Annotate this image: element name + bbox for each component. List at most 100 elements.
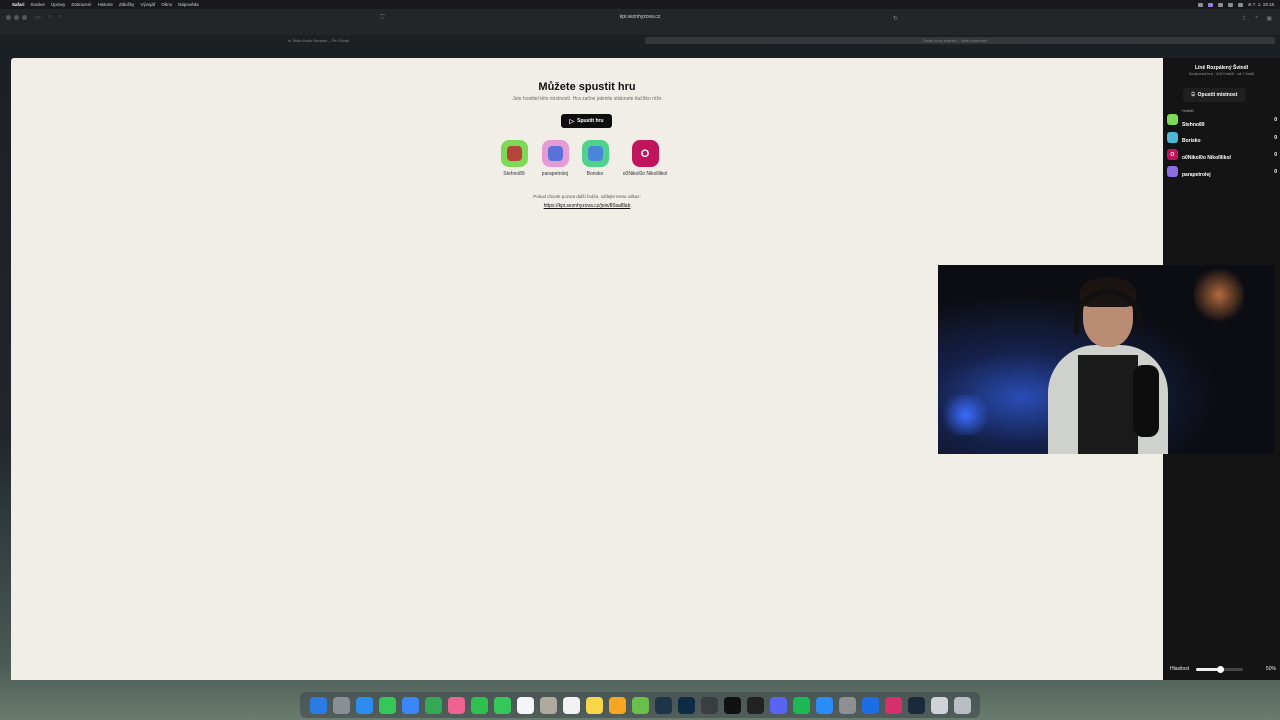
- shield-icon[interactable]: ⛉: [380, 15, 385, 22]
- photos-icon[interactable]: [447, 696, 465, 714]
- player-avatar: [581, 140, 609, 167]
- room-meta: Soukromá hra · 4/10 hráčů · až 7 bodů: [1188, 72, 1255, 76]
- reload-icon[interactable]: ↻: [893, 15, 898, 22]
- browser-toolbar: ▭ ‹ › ⛉ kpi.seznhyzova.cz ↻ ⇪ + ▣ Polole…: [0, 9, 1280, 40]
- page-subtitle: Jste hostitel této místnosti. Hra začne …: [512, 96, 662, 102]
- address-bar[interactable]: kpi.seznhyzova.cz: [560, 14, 720, 22]
- back-icon[interactable]: ‹: [49, 14, 51, 21]
- contacts-icon[interactable]: [539, 696, 557, 714]
- scoreboard-avatar: O: [1167, 149, 1178, 160]
- tab-active[interactable]: Zadej nový stránek – další možnosti: [645, 37, 1275, 44]
- webcam-lamp: [1194, 265, 1244, 325]
- status-icon[interactable]: [1207, 2, 1213, 7]
- tabs-overview-icon[interactable]: ▣: [1266, 15, 1272, 22]
- scoreboard-row: O o0Nikol0o Nikolllikol 0: [1167, 148, 1277, 161]
- calendar-icon[interactable]: [516, 696, 534, 714]
- avatar-face-icon: [506, 146, 522, 161]
- scoreboard-avatar: [1167, 114, 1178, 125]
- reminders-icon[interactable]: [562, 696, 580, 714]
- play-icon: ▷: [569, 118, 575, 125]
- invite-link[interactable]: https://kpi.seznhyzova.cz/join/80aa8lab: [11, 203, 1163, 209]
- new-tab-icon[interactable]: +: [1255, 15, 1259, 22]
- menu-app-name[interactable]: Safari: [12, 2, 25, 7]
- avatar-face-icon: [587, 146, 603, 161]
- share-icon[interactable]: ⇪: [1242, 15, 1247, 22]
- menu-item-develop[interactable]: Vývojář: [140, 2, 155, 7]
- menu-item-bookmarks[interactable]: Záložky: [119, 2, 135, 7]
- zoom-window-button[interactable]: [22, 15, 27, 20]
- maps-icon[interactable]: [424, 696, 442, 714]
- app-store-icon[interactable]: [815, 696, 833, 714]
- menu-clock[interactable]: st 7. 1. 19:18: [1248, 2, 1274, 7]
- steam-icon[interactable]: [907, 696, 925, 714]
- dock: [300, 692, 980, 718]
- scoreboard-row: parapetrolej 0: [1167, 165, 1277, 178]
- downloads-icon[interactable]: [930, 696, 948, 714]
- menu-item-window[interactable]: Okno: [161, 2, 172, 7]
- webcam-person-shirt: [1078, 355, 1138, 454]
- scoreboard-name: parapetrolej: [1182, 171, 1211, 178]
- scoreboard-avatar: [1167, 166, 1178, 177]
- nvidia-icon[interactable]: [631, 696, 649, 714]
- player-name: o0Nikol0o Nikolllikol: [622, 171, 668, 177]
- start-game-button[interactable]: ▷ Spustit hru: [561, 114, 612, 128]
- door-exit-icon: ⍈: [1191, 92, 1195, 98]
- tab-inactive[interactable]: te Státo Brain Breaker – Pin Děrail: [282, 37, 642, 44]
- player-avatar: [500, 140, 528, 167]
- scoreboard-points: 0: [1274, 168, 1277, 175]
- menu-item-edit[interactable]: Úpravy: [51, 2, 65, 7]
- room-title: Líně Rozpálený Švindl: [1194, 65, 1249, 71]
- menu-item-help[interactable]: Nápověda: [178, 2, 199, 7]
- xcode-icon[interactable]: [861, 696, 879, 714]
- system-settings-icon[interactable]: [838, 696, 856, 714]
- messages-icon[interactable]: [378, 696, 396, 714]
- apple-tv-icon[interactable]: [723, 696, 741, 714]
- leave-room-button[interactable]: ⍈ Opustit místnost: [1183, 88, 1246, 102]
- safari-icon[interactable]: [355, 696, 373, 714]
- scoreboard-name: Stehno89: [1182, 121, 1205, 128]
- home-icon[interactable]: [608, 696, 626, 714]
- battery-icon[interactable]: [1237, 2, 1243, 7]
- scoreboard-info: Borisko: [1182, 129, 1201, 147]
- volume-percent: 50%: [1265, 666, 1276, 672]
- launchpad-icon[interactable]: [332, 696, 350, 714]
- player-card: O o0Nikol0o Nikolllikol: [615, 140, 675, 177]
- facetime-icon[interactable]: [470, 696, 488, 714]
- close-window-button[interactable]: [6, 15, 11, 20]
- volume-knob[interactable]: [1216, 665, 1224, 673]
- notes-icon[interactable]: [585, 696, 603, 714]
- finder-icon[interactable]: [309, 696, 327, 714]
- status-icon[interactable]: [1217, 2, 1223, 7]
- menu-item-file[interactable]: Soubor: [31, 2, 46, 7]
- window-controls: [6, 15, 27, 20]
- menu-item-view[interactable]: Zobrazení: [71, 2, 91, 7]
- discord-icon[interactable]: [769, 696, 787, 714]
- scoreboard-info: Hostitel Stehno89: [1182, 109, 1205, 131]
- photoshop-icon[interactable]: [677, 696, 695, 714]
- invite-text: Pokud chcete pozvat další hráče, sdílejt…: [533, 194, 641, 199]
- scoreboard-row: Borisko 0: [1167, 131, 1277, 144]
- sidebar-icon[interactable]: ▭: [35, 14, 41, 21]
- spotify-icon[interactable]: [792, 696, 810, 714]
- trash-icon[interactable]: [953, 696, 971, 714]
- scoreboard-points: 0: [1274, 116, 1277, 123]
- volume-slider[interactable]: [1196, 665, 1244, 673]
- forward-icon[interactable]: ›: [59, 14, 61, 21]
- lightroom-icon[interactable]: [654, 696, 672, 714]
- volume-label: Hlasitost: [1170, 666, 1190, 672]
- wifi-icon[interactable]: [1227, 2, 1233, 7]
- host-badge: Hostitel: [1182, 108, 1194, 113]
- menu-item-history[interactable]: Historie: [98, 2, 113, 7]
- status-icon[interactable]: [1197, 2, 1203, 7]
- phone-icon[interactable]: [493, 696, 511, 714]
- ivpn-icon[interactable]: [746, 696, 764, 714]
- scoreboard-points: 0: [1274, 151, 1277, 158]
- page-title: Můžete spustit hru: [538, 81, 636, 93]
- avatar-face-icon: [547, 146, 563, 161]
- mail-icon[interactable]: [401, 696, 419, 714]
- toolbar-actions: ⇪ + ▣: [1242, 15, 1272, 22]
- activity-monitor-icon[interactable]: [700, 696, 718, 714]
- scoreboard-row: Hostitel Stehno89 0: [1167, 109, 1277, 128]
- obs-icon[interactable]: [884, 696, 902, 714]
- minimize-window-button[interactable]: [14, 15, 19, 20]
